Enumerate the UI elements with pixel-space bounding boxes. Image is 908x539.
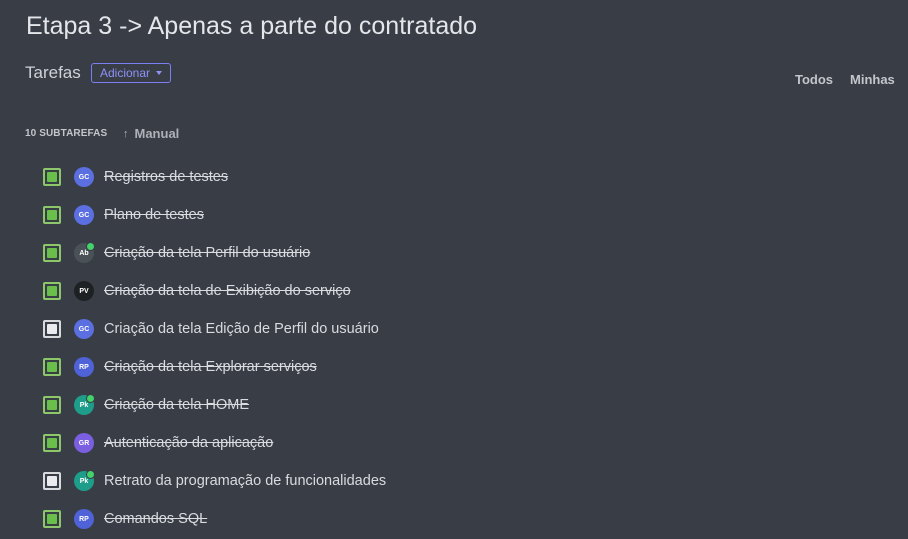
add-button[interactable]: Adicionar	[91, 63, 172, 83]
task-title[interactable]: Criação da tela Edição de Perfil do usuá…	[104, 321, 379, 337]
task-title[interactable]: Registros de testes	[104, 169, 228, 185]
task-checkbox[interactable]	[43, 510, 61, 528]
sort-label: Manual	[134, 126, 180, 141]
checkbox-fill	[47, 210, 57, 220]
task-title[interactable]: Criação da tela Perfil do usuário	[104, 245, 310, 261]
task-checkbox[interactable]	[43, 396, 61, 414]
task-checkbox[interactable]	[43, 206, 61, 224]
task-checkbox[interactable]	[43, 358, 61, 376]
avatar[interactable]: Pk	[74, 470, 95, 491]
filter-mine[interactable]: Minhas	[850, 72, 895, 87]
task-row[interactable]: Ab Criação da tela Perfil do usuário	[43, 234, 643, 272]
task-title[interactable]: Comandos SQL	[104, 511, 207, 527]
task-list: GC Registros de testes GC Plano de testes Ab…	[43, 158, 643, 538]
section-label: Tarefas	[25, 63, 81, 82]
avatar[interactable]: RP	[74, 357, 94, 377]
caret-down-icon	[156, 71, 163, 75]
checkbox-fill	[47, 476, 57, 486]
avatar[interactable]: GR	[74, 433, 94, 453]
avatar[interactable]: Pk	[74, 394, 95, 415]
task-checkbox[interactable]	[43, 244, 61, 262]
task-checkbox[interactable]	[43, 320, 61, 338]
checkbox-fill	[47, 438, 57, 448]
avatar[interactable]: GC	[74, 167, 94, 187]
task-title[interactable]: Plano de testes	[104, 207, 204, 223]
checkbox-fill	[47, 286, 57, 296]
checkbox-fill	[47, 172, 57, 182]
checkbox-fill	[47, 362, 57, 372]
checkbox-fill	[47, 248, 57, 258]
checkbox-fill	[47, 324, 57, 334]
avatar[interactable]: PV	[74, 281, 94, 301]
task-title[interactable]: Criação da tela de Exibição do serviço	[104, 283, 351, 299]
task-row[interactable]: GC Criação da tela Edição de Perfil do us…	[43, 310, 643, 348]
avatar[interactable]: GC	[74, 205, 94, 225]
avatar[interactable]: RP	[74, 509, 94, 529]
task-row[interactable]: GC Registros de testes	[43, 158, 643, 196]
checkbox-fill	[47, 400, 57, 410]
task-row[interactable]: RP Comandos SQL	[43, 500, 643, 538]
arrow-up-icon: ↑	[123, 127, 129, 140]
task-title[interactable]: Criação da tela HOME	[104, 397, 249, 413]
online-status-icon	[86, 394, 95, 403]
add-button-label: Adicionar	[100, 66, 151, 80]
task-row[interactable]: Pk Retrato da programação de funcionalida…	[43, 462, 643, 500]
avatar[interactable]: Ab	[74, 242, 95, 263]
task-row[interactable]: RP Criação da tela Explorar serviços	[43, 348, 643, 386]
filter-all[interactable]: Todos	[795, 72, 833, 87]
task-checkbox[interactable]	[43, 434, 61, 452]
subtasks-count: 10 SUBTAREFAS	[25, 128, 108, 139]
avatar[interactable]: GC	[74, 319, 94, 339]
task-row[interactable]: GR Autenticação da aplicação	[43, 424, 643, 462]
task-checkbox[interactable]	[43, 472, 61, 490]
task-row[interactable]: PV Criação da tela de Exibição do serviço	[43, 272, 643, 310]
checkbox-fill	[47, 514, 57, 524]
task-checkbox[interactable]	[43, 282, 61, 300]
task-row[interactable]: Pk Criação da tela HOME	[43, 386, 643, 424]
task-checkbox[interactable]	[43, 168, 61, 186]
page-title: Etapa 3 -> Apenas a parte do contratado	[26, 12, 478, 40]
online-status-icon	[86, 470, 95, 479]
task-row[interactable]: GC Plano de testes	[43, 196, 643, 234]
task-title[interactable]: Retrato da programação de funcionalidade…	[104, 473, 386, 489]
sort-control[interactable]: ↑ Manual	[123, 126, 179, 141]
task-title[interactable]: Criação da tela Explorar serviços	[104, 359, 317, 375]
online-status-icon	[86, 242, 95, 251]
task-title[interactable]: Autenticação da aplicação	[104, 435, 273, 451]
